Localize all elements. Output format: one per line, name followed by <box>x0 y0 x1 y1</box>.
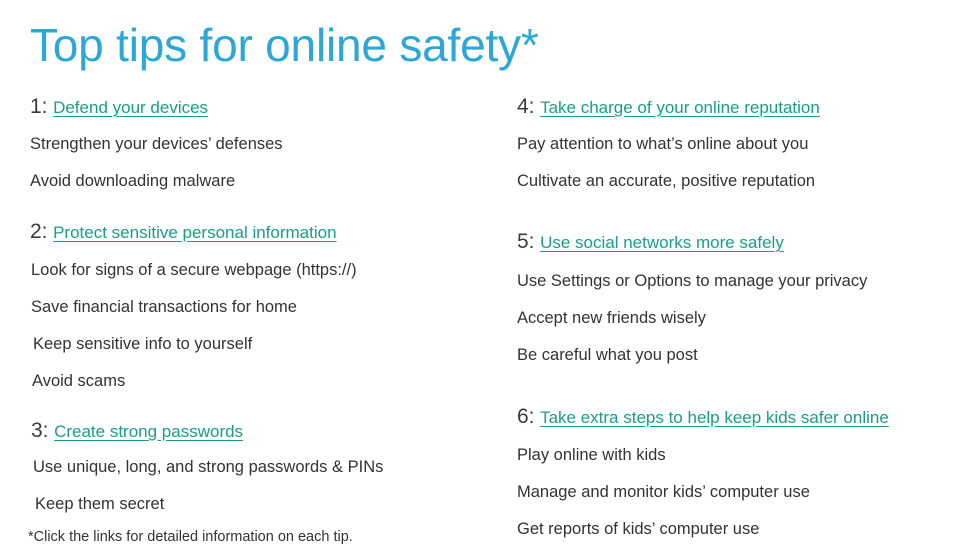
tip-link-2[interactable]: Protect sensitive personal information <box>53 223 336 242</box>
tip-5-bullet-3: Be careful what you post <box>517 346 698 364</box>
tip-link-3[interactable]: Create strong passwords <box>54 422 243 441</box>
tip-heading-5[interactable]: 5: Use social networks more safely <box>517 231 784 252</box>
tip-3-bullet-2: Keep them secret <box>35 495 165 513</box>
tip-number-4: 4: <box>517 95 535 118</box>
tip-number-3: 3: <box>31 419 49 442</box>
tip-5-bullet-1: Use Settings or Options to manage your p… <box>517 272 868 290</box>
tip-2-bullet-4: Avoid scams <box>32 372 126 390</box>
tip-heading-1[interactable]: 1: Defend your devices <box>30 96 208 117</box>
tip-6-bullet-3: Get reports of kids’ computer use <box>517 520 760 538</box>
footnote-text: *Click the links for detailed informatio… <box>28 529 353 545</box>
tip-link-1[interactable]: Defend your devices <box>53 98 208 117</box>
slide-canvas: Top tips for online safety* 1: Defend yo… <box>0 0 979 551</box>
tip-number-5: 5: <box>517 230 535 253</box>
tip-5-bullet-2: Accept new friends wisely <box>517 309 706 327</box>
tip-1-bullet-2: Avoid downloading malware <box>30 172 236 190</box>
tip-6-bullet-2: Manage and monitor kids’ computer use <box>517 483 810 501</box>
tip-4-bullet-1: Pay attention to what’s online about you <box>517 135 809 153</box>
tip-3-bullet-1: Use unique, long, and strong passwords &… <box>33 458 384 476</box>
tip-2-bullet-2: Save financial transactions for home <box>31 298 297 316</box>
tip-heading-4[interactable]: 4: Take charge of your online reputation <box>517 96 820 117</box>
page-title: Top tips for online safety* <box>30 19 539 71</box>
tip-6-bullet-1: Play online with kids <box>517 446 666 464</box>
tip-number-2: 2: <box>30 220 48 243</box>
tip-4-bullet-2: Cultivate an accurate, positive reputati… <box>517 172 816 190</box>
tip-1-bullet-1: Strengthen your devices’ defenses <box>30 135 283 153</box>
tip-number-6: 6: <box>517 405 535 428</box>
tip-2-bullet-3: Keep sensitive info to yourself <box>33 335 253 353</box>
tip-heading-2[interactable]: 2: Protect sensitive personal informatio… <box>30 221 337 242</box>
tip-number-1: 1: <box>30 95 48 118</box>
tip-heading-6[interactable]: 6: Take extra steps to help keep kids sa… <box>517 406 889 427</box>
tip-link-4[interactable]: Take charge of your online reputation <box>540 98 820 117</box>
tip-link-5[interactable]: Use social networks more safely <box>540 233 784 252</box>
tip-link-6[interactable]: Take extra steps to help keep kids safer… <box>540 408 889 427</box>
tip-2-bullet-1: Look for signs of a secure webpage (http… <box>31 261 357 279</box>
tip-heading-3[interactable]: 3: Create strong passwords <box>31 420 243 441</box>
